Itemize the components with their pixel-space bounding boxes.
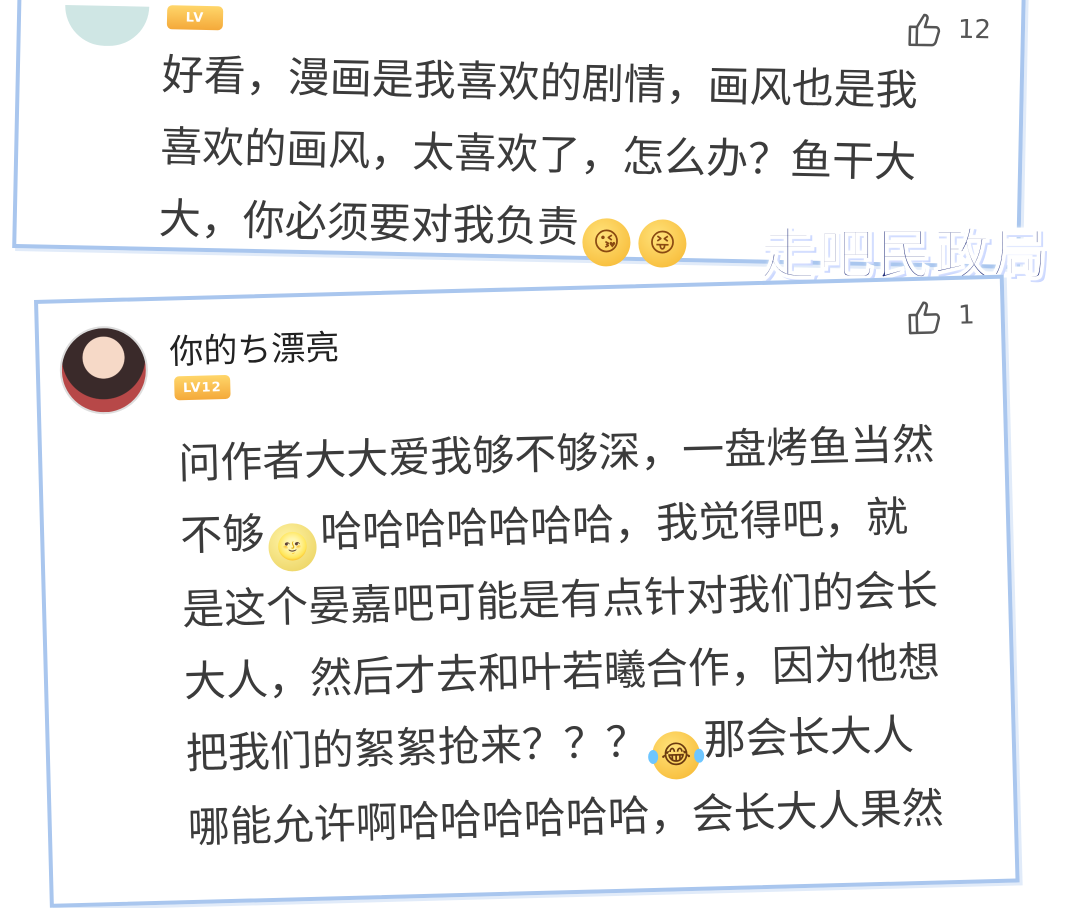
level-badge: LV12: [174, 374, 231, 401]
squinting-tongue-face-icon: 😝: [637, 219, 687, 269]
username[interactable]: 你的ち漂亮: [169, 320, 340, 373]
thumbs-up-icon: [908, 301, 941, 335]
comment-card-2: 你的ち漂亮 LV12 1 问作者大大爱我够不够深，一盘烤鱼当然 不够 🌝 哈哈哈哈哈…: [34, 274, 1020, 908]
thumbs-up-icon: [908, 13, 941, 47]
like-button[interactable]: 1: [904, 295, 976, 337]
comment-text: 问作者大大爱我够不够深，一盘烤鱼当然 不够 🌝 哈哈哈哈哈哈哈，我觉得吧，就 是这个…: [177, 407, 1008, 864]
avatar[interactable]: [58, 325, 149, 416]
like-count: 12: [957, 14, 992, 46]
like-button[interactable]: 12: [903, 9, 991, 51]
tears-of-joy-face-icon: 😂: [651, 730, 701, 780]
avatar[interactable]: [64, 4, 150, 47]
kissing-face-icon: 😘: [581, 217, 631, 267]
moon-face-icon: 🌝: [267, 522, 318, 572]
like-count: 1: [957, 300, 976, 331]
level-badge: LV: [166, 5, 224, 31]
